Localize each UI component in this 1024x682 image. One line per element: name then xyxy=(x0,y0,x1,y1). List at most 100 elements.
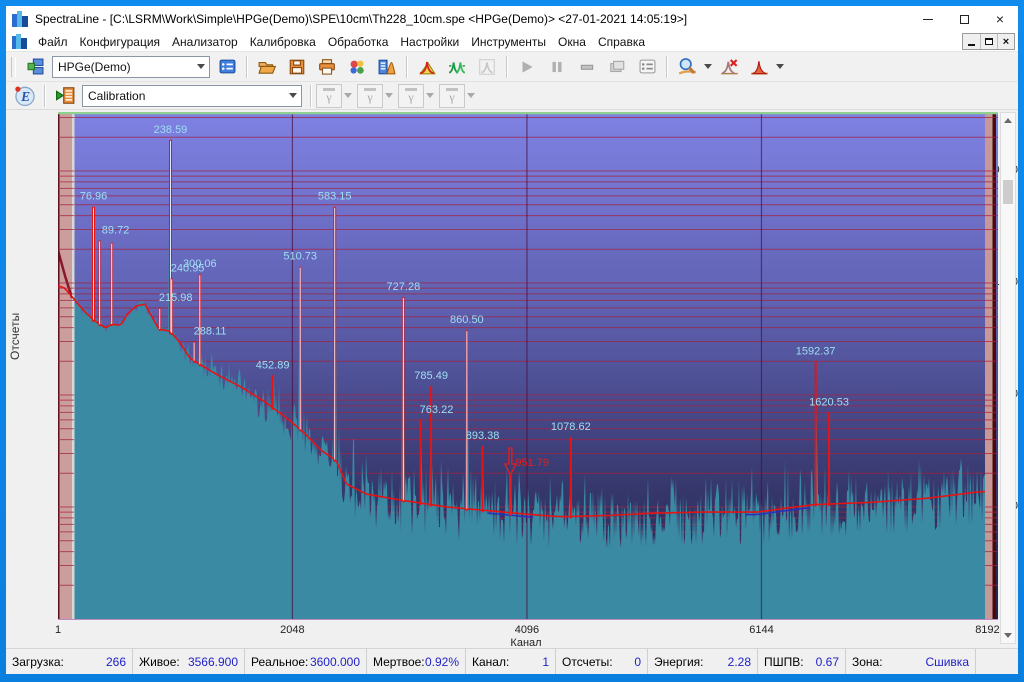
mdi-close-icon: × xyxy=(1003,36,1009,48)
peak-marker-dropdown[interactable] xyxy=(774,55,786,79)
document-logo-icon xyxy=(12,34,28,49)
chevron-down-icon xyxy=(704,64,712,69)
peak-marker-button[interactable] xyxy=(744,54,774,80)
peak-label: 893.38 xyxy=(466,430,500,442)
mdi-minimize-button[interactable] xyxy=(963,34,980,49)
menu-item-9[interactable]: Справка xyxy=(592,33,651,51)
status-label: Мертвое: xyxy=(373,655,425,669)
mdi-close-button[interactable]: × xyxy=(997,34,1014,49)
menu-item-7[interactable]: Инструменты xyxy=(465,33,552,51)
close-button[interactable]: × xyxy=(982,6,1018,32)
status-pane-5: Канал:1 xyxy=(466,649,556,674)
status-pane-6: Отсчеты:0 xyxy=(556,649,648,674)
toolbar-separator xyxy=(666,56,668,78)
menu-items: ФайлКонфигурацияАнализаторКалибровкаОбра… xyxy=(32,33,651,51)
menu-item-3[interactable]: Анализатор xyxy=(166,33,244,51)
status-value: 1 xyxy=(542,655,549,669)
peak-reject-icon xyxy=(720,57,739,76)
menu-item-6[interactable]: Настройки xyxy=(394,33,465,51)
status-bar: Загрузка:266Живое:3566.900Реальное:3600.… xyxy=(6,648,1018,674)
vertical-scrollbar[interactable] xyxy=(1000,112,1016,644)
save-file-button[interactable] xyxy=(282,54,312,80)
peak-label: 1620.53 xyxy=(809,396,849,408)
peak-label: 452.89 xyxy=(256,359,290,371)
stop-dash-icon xyxy=(578,58,596,76)
status-pane-3: Реальное:3600.000 xyxy=(245,649,367,674)
report-spectrum-icon xyxy=(378,58,396,76)
app-logo-icon xyxy=(12,11,30,27)
chevron-up-icon xyxy=(1004,118,1012,123)
scroll-down-button[interactable] xyxy=(1001,628,1015,643)
nuclide-library-button[interactable] xyxy=(342,54,372,80)
peak-label: 727.28 xyxy=(387,281,421,293)
status-value: 3566.900 xyxy=(188,655,238,669)
mdi-restore-button[interactable] xyxy=(980,34,997,49)
minimize-icon xyxy=(923,19,933,20)
menu-item-1[interactable]: Файл xyxy=(32,33,74,51)
peak-label: 238.59 xyxy=(154,124,188,136)
detector-select[interactable]: HPGe(Demo) xyxy=(52,56,210,78)
peak-label: 89.72 xyxy=(102,224,130,236)
status-label: Зона: xyxy=(852,655,883,669)
status-label: Отсчеты: xyxy=(562,655,613,669)
menu-item-4[interactable]: Калибровка xyxy=(244,33,322,51)
save-floppy-icon xyxy=(288,58,306,76)
open-file-button[interactable] xyxy=(252,54,282,80)
menu-item-2[interactable]: Конфигурация xyxy=(74,33,167,51)
detector-properties-button[interactable] xyxy=(212,54,242,80)
peak-search-button[interactable] xyxy=(442,54,472,80)
scroll-up-button[interactable] xyxy=(1001,113,1015,128)
maximize-button[interactable] xyxy=(946,6,982,32)
peak-edit-button-disabled xyxy=(472,54,502,80)
chevron-down-icon xyxy=(467,93,475,98)
report-button[interactable] xyxy=(372,54,402,80)
configuration-button[interactable] xyxy=(20,54,50,80)
gamma-tool-3-dropdown xyxy=(424,84,436,108)
zoom-tool-dropdown[interactable] xyxy=(702,55,714,79)
gamma-tool-4-dropdown xyxy=(465,84,477,108)
scrollbar-thumb[interactable] xyxy=(1003,180,1013,204)
spectrum-plot[interactable]: 951.7976.9689.72215.98238.59240.95288.11… xyxy=(58,112,998,620)
x-tick-label: 2048 xyxy=(280,624,304,636)
status-pane-9: Зона:Сшивка xyxy=(846,649,976,674)
menu-bar: ФайлКонфигурацияАнализаторКалибровкаОбра… xyxy=(6,32,1018,52)
scrollbar-track[interactable] xyxy=(1001,128,1015,628)
energy-calibration-button[interactable]: E xyxy=(10,83,40,109)
peak-reject-button[interactable] xyxy=(714,54,744,80)
mdi-window-controls: × xyxy=(962,33,1015,50)
peak-label: 763.22 xyxy=(420,404,454,416)
list-properties-gray-icon xyxy=(639,58,656,75)
gamma-tool-2-dropdown xyxy=(383,84,395,108)
status-label: Реальное: xyxy=(251,655,308,669)
status-value: 0.67 xyxy=(816,655,839,669)
toolbar-grip[interactable] xyxy=(11,57,16,77)
chevron-down-icon xyxy=(344,93,352,98)
minimize-button[interactable] xyxy=(910,6,946,32)
mdi-restore-icon xyxy=(985,38,993,45)
chevron-down-icon xyxy=(385,93,393,98)
menu-item-5[interactable]: Обработка xyxy=(322,33,395,51)
window-title: SpectraLine - [C:\LSRM\Work\Simple\HPGe(… xyxy=(35,12,687,26)
chevron-down-icon xyxy=(426,93,434,98)
task-select[interactable]: Calibration xyxy=(82,85,302,107)
status-label: Энергия: xyxy=(654,655,704,669)
status-pane-2: Живое:3566.900 xyxy=(133,649,245,674)
status-label: ПШПВ: xyxy=(764,655,804,669)
peak-label: 1592.37 xyxy=(796,345,836,357)
peak-label: 300.06 xyxy=(183,258,217,270)
peak-label: 215.98 xyxy=(159,292,193,304)
gamma-tool-3-button: γ xyxy=(398,84,424,108)
status-value: 0.92% xyxy=(425,655,459,669)
x-tick-label: 4096 xyxy=(515,624,539,636)
run-task-button[interactable] xyxy=(50,83,80,109)
acquisition-properties-button[interactable] xyxy=(632,54,662,80)
close-icon: × xyxy=(996,12,1004,26)
print-button[interactable] xyxy=(312,54,342,80)
calibration-button[interactable] xyxy=(412,54,442,80)
zoom-tool-button[interactable] xyxy=(672,54,702,80)
configuration-icon xyxy=(27,58,44,75)
task-document-icon xyxy=(56,86,75,105)
spectrum-window-button xyxy=(602,54,632,80)
menu-item-8[interactable]: Окна xyxy=(552,33,592,51)
status-pane-4: Мертвое:0.92% xyxy=(367,649,466,674)
